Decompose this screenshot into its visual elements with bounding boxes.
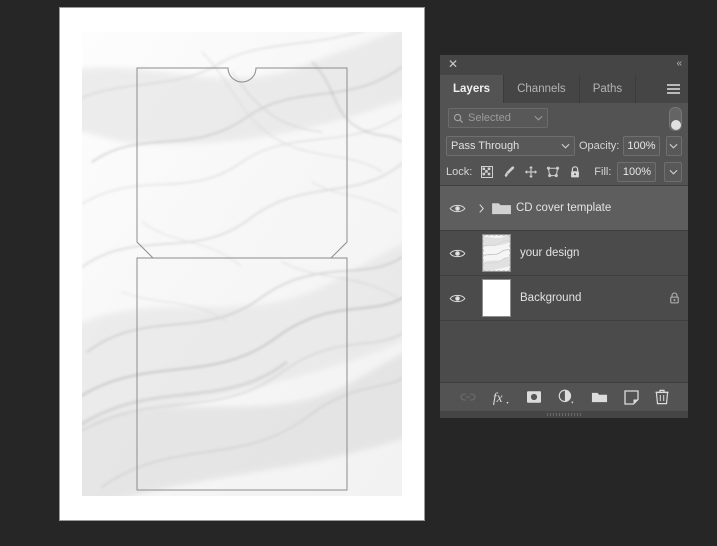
new-layer-icon[interactable] xyxy=(623,389,639,405)
close-icon[interactable]: ✕ xyxy=(447,58,459,70)
folder-icon xyxy=(491,203,511,215)
tab-layers-label: Layers xyxy=(453,83,491,95)
blend-mode-value: Pass Through xyxy=(451,140,520,152)
eye-icon xyxy=(449,204,465,212)
layer-filter-select[interactable]: Selected xyxy=(448,108,548,128)
fill-stepper[interactable] xyxy=(664,162,682,182)
layer-row-background[interactable]: Background xyxy=(440,276,688,321)
panel-resize-grip[interactable] xyxy=(440,411,688,418)
lock-icon xyxy=(669,292,679,304)
lock-artboard-nesting-icon[interactable] xyxy=(546,165,560,179)
eye-icon xyxy=(449,249,465,257)
layer-style-fx-icon[interactable]: fx xyxy=(492,389,510,406)
panel-tabbar: Layers Channels Paths xyxy=(440,75,688,103)
layer-row-cd-cover-template[interactable]: CD cover template xyxy=(440,186,688,231)
blend-mode-row: Pass Through Opacity: 100% xyxy=(440,133,688,159)
collapse-panel-icon[interactable]: « xyxy=(676,58,681,70)
layer-filter-row: Selected xyxy=(440,103,688,133)
search-icon xyxy=(453,113,464,123)
lock-row: Lock: Fill: 100% xyxy=(440,159,688,185)
cd-sleeve-template-outline xyxy=(136,67,348,491)
new-group-icon[interactable] xyxy=(591,390,608,404)
opacity-stepper[interactable] xyxy=(665,136,682,156)
layer-lock-badge[interactable] xyxy=(660,291,688,305)
lock-position-icon[interactable] xyxy=(524,165,538,179)
layers-panel-footer: fx xyxy=(440,382,688,411)
chevron-down-icon xyxy=(669,169,678,175)
canvas-area[interactable] xyxy=(0,0,440,546)
document-page[interactable] xyxy=(60,8,424,520)
tab-channels[interactable]: Channels xyxy=(504,75,580,103)
tab-channels-label: Channels xyxy=(517,83,566,95)
layer-thumbnail-cell[interactable] xyxy=(474,279,518,317)
filter-toggle-switch[interactable] xyxy=(669,107,682,131)
layer-thumbnail xyxy=(481,234,511,272)
layer-visibility-toggle[interactable] xyxy=(440,248,474,259)
delete-layer-icon[interactable] xyxy=(655,389,669,405)
chevron-down-icon xyxy=(669,143,678,149)
blend-mode-select[interactable]: Pass Through xyxy=(446,136,575,156)
opacity-label: Opacity: xyxy=(578,140,620,152)
tab-paths[interactable]: Paths xyxy=(580,75,637,103)
add-layer-mask-icon[interactable] xyxy=(526,390,542,404)
adjustment-layer-icon[interactable] xyxy=(558,389,575,405)
layer-list[interactable]: CD cover template your design Background xyxy=(440,185,688,382)
lock-all-icon[interactable] xyxy=(568,165,582,179)
link-layers-icon[interactable] xyxy=(460,390,476,404)
lock-label: Lock: xyxy=(446,166,473,178)
layer-thumbnail-cell[interactable] xyxy=(474,234,518,272)
tab-layers[interactable]: Layers xyxy=(440,75,505,103)
chevron-right-icon xyxy=(478,203,484,213)
layer-visibility-toggle[interactable] xyxy=(440,203,474,214)
fill-input[interactable]: 100% xyxy=(617,162,657,182)
layer-filter-value: Selected xyxy=(468,112,511,124)
group-folder xyxy=(488,200,514,216)
fill-label: Fill: xyxy=(594,166,612,178)
opacity-value: 100% xyxy=(627,140,656,152)
fill-value: 100% xyxy=(622,166,651,178)
layer-visibility-toggle[interactable] xyxy=(440,293,474,304)
layers-panel[interactable]: ✕ « Layers Channels Paths Selected Pass … xyxy=(440,55,688,418)
layer-thumbnail xyxy=(481,279,511,317)
chevron-down-icon xyxy=(561,143,570,149)
svg-text:fx: fx xyxy=(492,390,502,405)
panel-menu-icon[interactable] xyxy=(667,84,680,94)
group-expand-toggle[interactable] xyxy=(474,203,488,214)
thumbnail-marble-texture xyxy=(482,235,510,271)
opacity-input[interactable]: 100% xyxy=(623,136,660,156)
tab-paths-label: Paths xyxy=(592,83,623,95)
lock-icon-group xyxy=(480,165,582,179)
lock-transparent-pixels-icon[interactable] xyxy=(480,165,494,179)
layer-name: CD cover template xyxy=(516,202,612,214)
artwork-image xyxy=(82,32,402,496)
lock-image-pixels-icon[interactable] xyxy=(502,165,516,179)
filter-toggle-knob xyxy=(670,119,681,130)
chevron-down-icon[interactable] xyxy=(534,115,543,121)
layer-row-your-design[interactable]: your design xyxy=(440,231,688,276)
eye-icon xyxy=(449,294,465,302)
layer-name: Background xyxy=(520,292,582,304)
panel-titlebar: ✕ « xyxy=(440,55,688,75)
layer-name: your design xyxy=(520,247,580,259)
